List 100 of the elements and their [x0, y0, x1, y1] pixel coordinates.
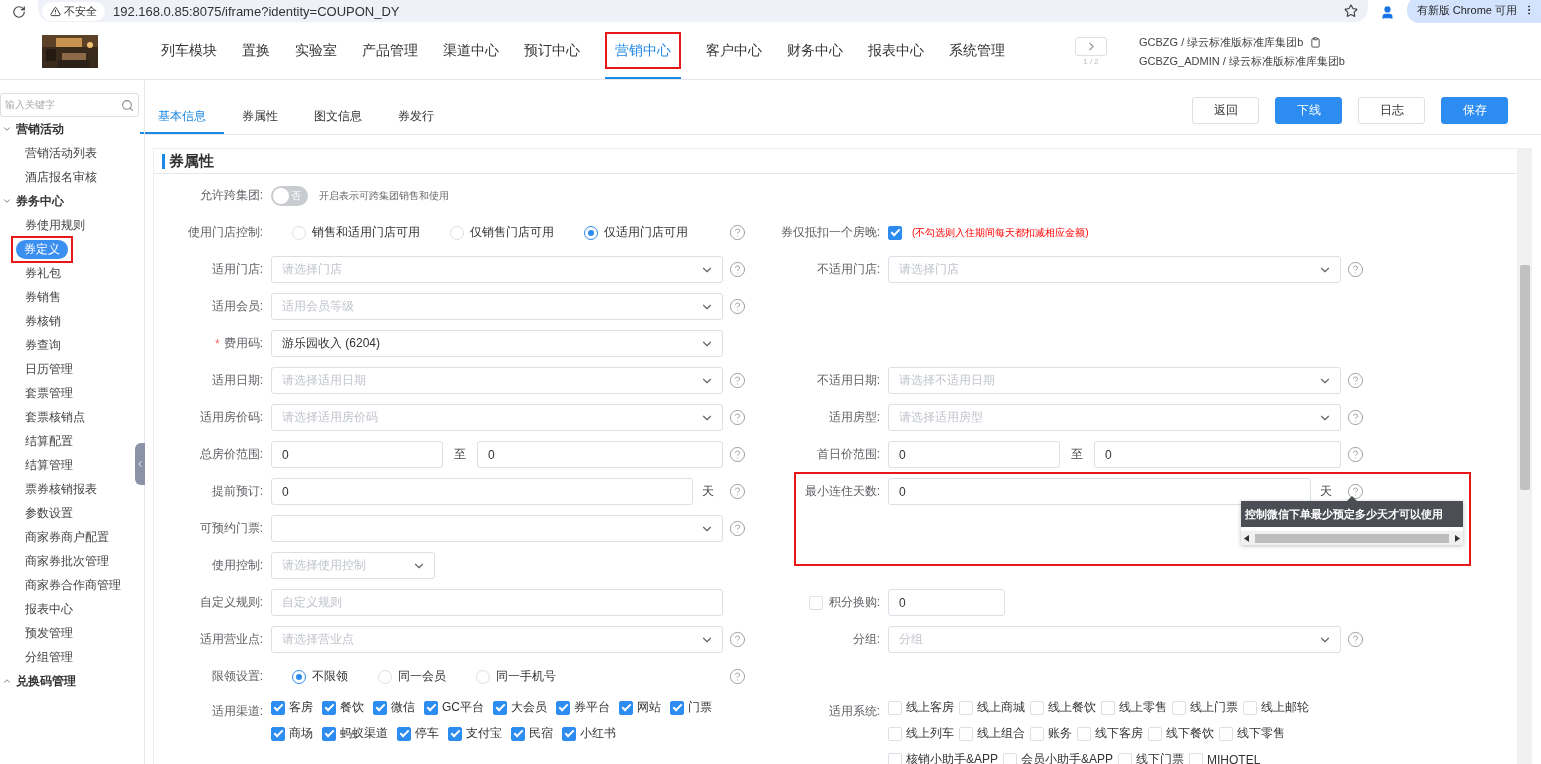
input-field[interactable]: 0: [1094, 441, 1341, 468]
checkbox-option[interactable]: 线下餐饮: [1148, 725, 1214, 742]
clipboard-icon[interactable]: [1310, 36, 1322, 48]
input-field[interactable]: 0: [477, 441, 723, 468]
checkbox-option[interactable]: 网站: [619, 699, 661, 716]
checkbox-option[interactable]: 商场: [271, 725, 313, 742]
action-button[interactable]: 日志: [1358, 97, 1425, 124]
sidebar-item[interactable]: 酒店报名审核: [25, 168, 97, 186]
radio-option[interactable]: 销售和适用门店可用: [292, 224, 420, 241]
profile-icon[interactable]: [1379, 4, 1395, 20]
sidebar-item[interactable]: 票券核销报表: [25, 480, 97, 498]
checkbox-option[interactable]: 支付宝: [448, 725, 502, 742]
field-label: 券仅抵扣一个房晚:: [780, 224, 880, 241]
tab[interactable]: 券发行: [380, 100, 452, 134]
field-label: 使用控制:: [211, 557, 263, 574]
input-field[interactable]: 0: [271, 478, 693, 505]
sidebar-item[interactable]: 商家券商户配置: [25, 528, 109, 546]
sidebar-item[interactable]: 商家券合作商管理: [25, 576, 121, 594]
checkbox-option[interactable]: 线上客房: [888, 699, 954, 716]
select-field[interactable]: [271, 515, 723, 542]
sidebar-item[interactable]: 结算管理: [25, 456, 73, 474]
checkbox-option[interactable]: 线下门票: [1118, 751, 1185, 764]
collapse-handle[interactable]: [135, 443, 145, 485]
checkbox-option[interactable]: 客房: [271, 699, 313, 716]
sidebar-item[interactable]: 商家券批次管理: [25, 552, 109, 570]
sidebar-item[interactable]: 日历管理: [25, 360, 73, 378]
nav-tab[interactable]: 系统管理: [949, 41, 1005, 60]
checkbox-option[interactable]: 门票: [670, 699, 712, 716]
checkbox-option[interactable]: 线下客房: [1077, 725, 1143, 742]
nav-tab[interactable]: 财务中心: [787, 41, 843, 60]
checkbox-option[interactable]: 账务: [1030, 725, 1072, 742]
checkbox-option[interactable]: 会员小助手&APP: [1003, 751, 1114, 764]
nav-tab[interactable]: 营销中心: [615, 42, 671, 58]
radio-option[interactable]: 仅销售门店可用: [450, 224, 554, 241]
checkbox-option[interactable]: MIHOTEL: [1189, 751, 1261, 764]
checkbox-option[interactable]: 小红书: [562, 725, 616, 742]
sidebar-item[interactable]: 分组管理: [25, 648, 73, 666]
nav-tab[interactable]: 置换: [242, 41, 270, 60]
checkbox-option[interactable]: 线上餐饮: [1030, 699, 1096, 716]
sidebar-item[interactable]: 券使用规则: [25, 216, 85, 234]
checkbox-option[interactable]: 民宿: [511, 725, 553, 742]
checkbox-option[interactable]: 线下零售: [1219, 725, 1285, 742]
sidebar-item[interactable]: 参数设置: [25, 504, 73, 522]
nav-tab[interactable]: 报表中心: [868, 41, 924, 60]
radio-option[interactable]: 同一会员: [378, 668, 446, 685]
sidebar-item[interactable]: 券核销: [25, 312, 61, 330]
nav-tab[interactable]: 客户中心: [706, 41, 762, 60]
input-field[interactable]: 0: [888, 478, 1311, 505]
sidebar-item[interactable]: 券销售: [25, 288, 61, 306]
checkbox-option[interactable]: GC平台: [424, 699, 484, 716]
tab[interactable]: 基本信息: [140, 100, 224, 134]
checkbox-option[interactable]: 线上商城: [959, 699, 1025, 716]
input-field[interactable]: 0: [888, 441, 1060, 468]
sidebar-item[interactable]: 券查询: [25, 336, 61, 354]
scrollbar[interactable]: [1518, 148, 1532, 764]
menu-group[interactable]: 兑换码管理: [0, 669, 144, 693]
checkbox-option[interactable]: 大会员: [493, 699, 547, 716]
reload-icon[interactable]: [12, 5, 26, 19]
menu-group[interactable]: 券务中心: [0, 189, 144, 213]
radio-option[interactable]: 不限领: [292, 668, 348, 685]
checkbox[interactable]: [888, 225, 902, 240]
sidebar-item[interactable]: 预发管理: [25, 624, 73, 642]
help-icon[interactable]: [1347, 483, 1364, 500]
sidebar-item[interactable]: 营销活动列表: [25, 144, 97, 162]
checkbox-option[interactable]: 停车: [397, 725, 439, 742]
radio-option[interactable]: 同一手机号: [476, 668, 556, 685]
checkbox-option[interactable]: 线上零售: [1101, 699, 1167, 716]
sidebar-item[interactable]: 报表中心: [25, 600, 73, 618]
checkbox-option[interactable]: 线上组合: [959, 725, 1025, 742]
security-chip[interactable]: 不安全: [42, 1, 105, 21]
checkbox-option[interactable]: 微信: [373, 699, 415, 716]
tab[interactable]: 图文信息: [296, 100, 380, 134]
checkbox-option[interactable]: 餐饮: [322, 699, 364, 716]
nav-tab[interactable]: 实验室: [295, 41, 337, 60]
tab[interactable]: 券属性: [224, 100, 296, 134]
search-icon[interactable]: [121, 98, 134, 112]
sidebar-item[interactable]: 结算配置: [25, 432, 73, 450]
checkbox-option[interactable]: 线上邮轮: [1243, 699, 1309, 716]
sidebar-item[interactable]: 券礼包: [25, 264, 61, 282]
nav-tab[interactable]: 渠道中心: [443, 41, 499, 60]
bookmark-star-icon[interactable]: [1343, 4, 1358, 18]
address-bar[interactable]: 不安全 192.168.0.85:8075/iframe?identity=COUPON_DY: [38, 0, 1368, 22]
input-field[interactable]: 0: [888, 589, 1005, 616]
field-label: 使用门店控制:: [187, 224, 263, 241]
input-field[interactable]: 0: [271, 441, 443, 468]
select-field[interactable]: 游乐园收入 (6204): [271, 330, 723, 357]
checkbox-option[interactable]: 线上列车: [888, 725, 954, 742]
action-button[interactable]: 返回: [1192, 97, 1259, 124]
checkbox-option[interactable]: 线上门票: [1172, 699, 1238, 716]
next-page-button[interactable]: [1075, 37, 1107, 56]
checkbox-option[interactable]: 核销小助手&APP: [888, 751, 998, 764]
radio-option[interactable]: 仅适用门店可用: [584, 224, 688, 241]
sidebar-item[interactable]: 套票核销点: [25, 408, 85, 426]
checkbox-option[interactable]: 蚂蚁渠道: [322, 725, 388, 742]
nav-tab[interactable]: 产品管理: [362, 41, 418, 60]
checkbox-option[interactable]: 券平台: [556, 699, 610, 716]
nav-tab[interactable]: 列车模块: [161, 41, 217, 60]
sidebar-item[interactable]: 套票管理: [25, 384, 73, 402]
nav-tab[interactable]: 预订中心: [524, 41, 580, 60]
update-chip[interactable]: 有新版 Chrome 可用: [1406, 0, 1541, 23]
